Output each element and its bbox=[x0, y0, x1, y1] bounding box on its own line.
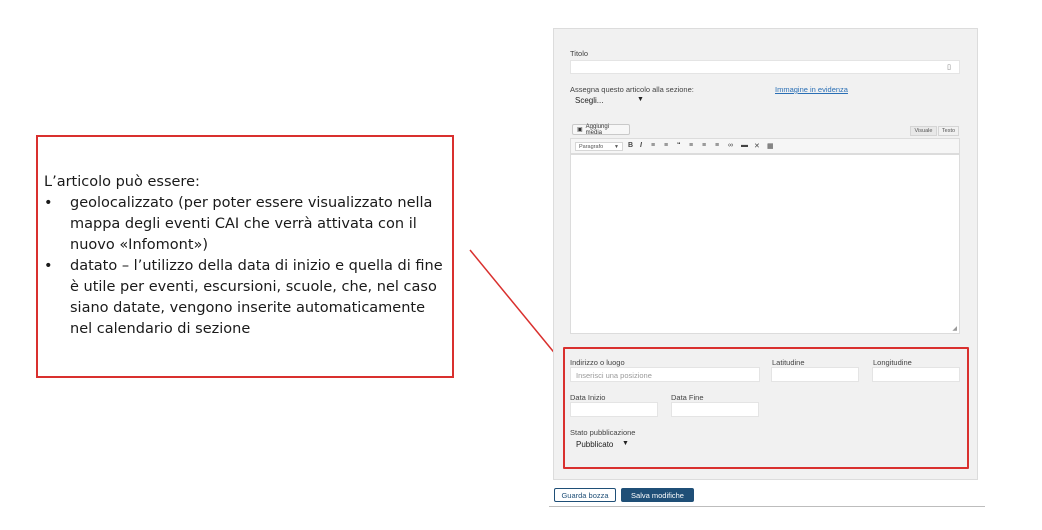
end-date-input[interactable] bbox=[671, 402, 759, 417]
hr-icon[interactable]: ▬ bbox=[741, 142, 748, 149]
align-right-icon[interactable]: ≡ bbox=[715, 142, 719, 149]
callout-bullet-dated: datato – l’utilizzo della data di inizio… bbox=[44, 256, 449, 340]
kitchen-sink-icon[interactable]: ▦ bbox=[767, 142, 774, 150]
chevron-down-icon: ▼ bbox=[614, 143, 619, 150]
bullet-list-icon[interactable]: ≡ bbox=[651, 142, 655, 149]
media-icon: ▣ bbox=[577, 127, 583, 133]
divider bbox=[549, 506, 985, 507]
numbered-list-icon[interactable]: ≡ bbox=[664, 142, 668, 149]
editor-toolbar: Paragrafo ▼ B I ≡ ≡ “ ≡ ≡ ≡ ∞ ▬ ✕ ▦ bbox=[570, 138, 960, 154]
quote-icon[interactable]: “ bbox=[677, 142, 681, 149]
start-date-input[interactable] bbox=[570, 402, 658, 417]
callout-intro: L’articolo può essere: bbox=[44, 174, 200, 190]
section-select[interactable]: Scegli... ▼ bbox=[572, 95, 652, 107]
status-select[interactable]: Pubblicato ▼ bbox=[572, 439, 634, 451]
content-editor[interactable]: ◢ bbox=[570, 154, 960, 334]
tab-text[interactable]: Testo bbox=[938, 126, 959, 136]
address-input[interactable]: Inserisci una posizione bbox=[570, 367, 760, 382]
callout-bullet-geolocation: geolocalizzato (per poter essere visuali… bbox=[44, 193, 449, 256]
chevron-down-icon: ▼ bbox=[637, 96, 644, 103]
longitude-label: Longitudine bbox=[873, 358, 912, 367]
add-media-label: Aggiungi media bbox=[585, 123, 610, 136]
title-input[interactable]: ▯ bbox=[570, 60, 960, 74]
italic-icon[interactable]: I bbox=[640, 142, 642, 149]
latitude-label: Latitudine bbox=[772, 358, 805, 367]
align-left-icon[interactable]: ≡ bbox=[689, 142, 693, 149]
section-select-value: Scegli... bbox=[575, 96, 604, 105]
bold-icon[interactable]: B bbox=[628, 142, 633, 149]
add-media-button[interactable]: ▣ Aggiungi media bbox=[572, 123, 630, 136]
longitude-input[interactable] bbox=[872, 367, 960, 382]
fullscreen-icon[interactable]: ✕ bbox=[754, 142, 760, 150]
section-label: Assegna questo articolo alla sezione: bbox=[570, 85, 694, 94]
tab-visual[interactable]: Visuale bbox=[910, 126, 937, 136]
address-label: Indirizzo o luogo bbox=[570, 358, 625, 367]
address-placeholder: Inserisci una posizione bbox=[576, 371, 652, 380]
preview-draft-button[interactable]: Guarda bozza bbox=[554, 488, 616, 502]
annotation-callout-text: L’articolo può essere: geolocalizzato (p… bbox=[44, 172, 449, 340]
resize-handle-icon[interactable]: ◢ bbox=[952, 325, 957, 332]
callout-bullet-list: geolocalizzato (per poter essere visuali… bbox=[44, 193, 449, 340]
paragraph-format-value: Paragrafo bbox=[579, 143, 604, 150]
document-icon: ▯ bbox=[947, 64, 951, 71]
start-date-label: Data Inizio bbox=[570, 393, 606, 402]
paragraph-format-select[interactable]: Paragrafo ▼ bbox=[575, 142, 623, 151]
latitude-input[interactable] bbox=[771, 367, 859, 382]
align-center-icon[interactable]: ≡ bbox=[702, 142, 706, 149]
status-label: Stato pubblicazione bbox=[570, 428, 636, 437]
end-date-label: Data Fine bbox=[671, 393, 704, 402]
featured-image-link[interactable]: Immagine in evidenza bbox=[775, 85, 848, 94]
chevron-down-icon: ▼ bbox=[622, 440, 629, 447]
save-changes-button[interactable]: Salva modifiche bbox=[621, 488, 694, 502]
title-label: Titolo bbox=[570, 49, 589, 58]
status-select-value: Pubblicato bbox=[576, 440, 614, 449]
link-icon[interactable]: ∞ bbox=[728, 142, 733, 149]
